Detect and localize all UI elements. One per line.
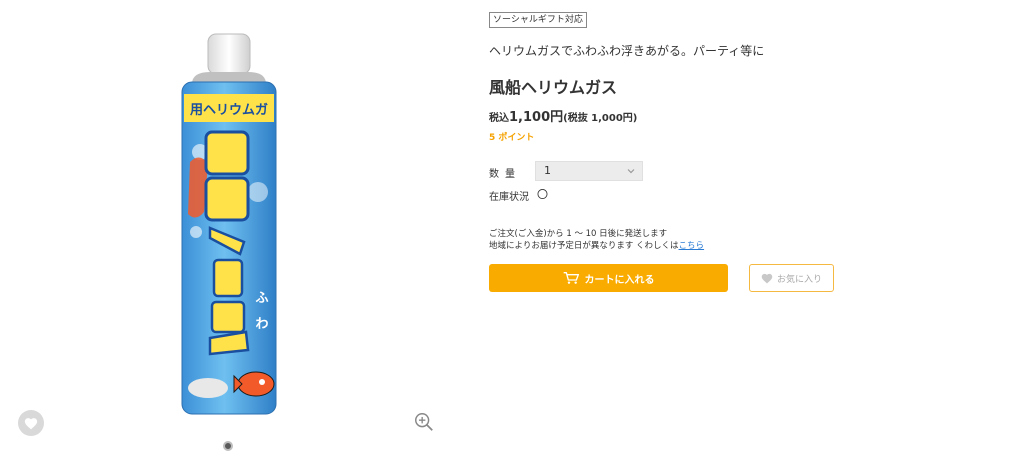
shipping-details-link[interactable]: こちら [679, 241, 705, 251]
product-gallery: 用ヘリウムガ ふ わ [0, 0, 460, 464]
add-to-favorites-button[interactable]: お気に入り [749, 264, 834, 292]
svg-text:用ヘリウムガ: 用ヘリウムガ [189, 103, 268, 118]
social-gift-badge: ソーシャルギフト対応 [489, 12, 587, 28]
product-title: 風船ヘリウムガス [489, 78, 618, 97]
points: 5 ポイント [489, 133, 535, 143]
price-main: 1,100円 [509, 110, 564, 125]
zoom-in-icon[interactable] [413, 411, 435, 433]
shipping-info: ご注文(ご入金)から 1 〜 10 日後に発送します 地域によりお届け予定日が異… [489, 228, 704, 252]
gallery-favorite-button[interactable] [18, 410, 44, 436]
svg-text:ふ: ふ [255, 291, 268, 306]
heart-icon [24, 417, 38, 429]
gallery-slide-dot[interactable] [223, 441, 233, 451]
quantity-select[interactable]: 1 [535, 161, 643, 181]
price: 税込1,100円(税抜 1,000円) [489, 106, 637, 125]
catch-copy: ヘリウムガスでふわふわ浮きあがる。パーティ等に [489, 44, 765, 58]
add-to-cart-button[interactable]: カートに入れる [489, 264, 728, 292]
price-sub: (税抜 1,000円) [563, 113, 638, 124]
heart-icon [761, 273, 773, 283]
shipping-line-1: ご注文(ご入金)から 1 〜 10 日後に発送します [489, 229, 668, 239]
shipping-line-2: 地域によりお届け予定日が異なります くわしくは [489, 241, 679, 251]
stock-status: 〇 [537, 188, 548, 201]
product-image: 用ヘリウムガ ふ わ [181, 33, 277, 415]
add-to-favorites-label: お気に入り [776, 274, 822, 285]
stock-label: 在庫状況 [489, 192, 529, 203]
svg-text:わ: わ [255, 317, 268, 332]
quantity-label: 数量 [489, 169, 521, 180]
chevron-down-icon [627, 169, 635, 174]
price-prefix: 税込 [489, 113, 509, 124]
cart-icon [563, 271, 579, 284]
add-to-cart-label: カートに入れる [584, 274, 655, 286]
quantity-value: 1 [544, 164, 551, 177]
